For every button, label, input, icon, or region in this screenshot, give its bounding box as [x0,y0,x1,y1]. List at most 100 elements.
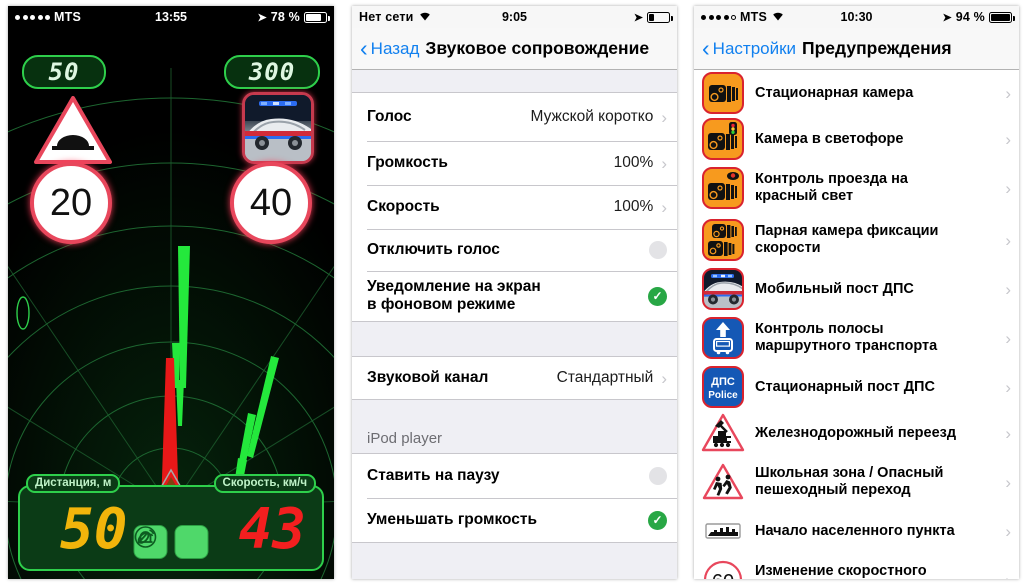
chevron-right-icon: › [1005,377,1011,397]
row-sound-channel[interactable]: Звуковой канал Стандартный › [352,357,677,399]
speed-camera-icon [700,70,746,116]
bump-warning-sign-icon[interactable] [34,96,112,166]
sound-settings-screen: Нет сети 9:05 ➤ ‹ Назад Звуковое сопрово… [352,6,677,579]
row-background-notification[interactable]: Уведомление на экран в фоновом режиме ✓ [352,271,677,321]
phone-panel-warnings: MTS 10:30 ➤ 94 % ‹ Настройки Предупрежде… [688,0,1025,585]
row-label: Школьная зона / Опасный пешеходный перех… [755,465,944,498]
row-label: Скорость [367,198,440,216]
navigation-bar-panel2: ‹ Назад Звуковое сопровождение [352,28,677,70]
toggle-pause-playback[interactable] [649,467,667,485]
hud-button-group [133,525,209,559]
svg-text:ДПС: ДПС [711,376,735,388]
police-post-icon: ДПС Police [700,364,746,410]
warning-row-red-light-camera[interactable]: Контроль проезда на красный свет › [694,162,1019,214]
back-button-label: Настройки [712,38,797,58]
status-right-group: ➤ 78 % [257,10,330,24]
signal-strength-icon [15,14,50,20]
status-left-group: MTS [701,10,785,24]
row-value: 100% [613,154,654,171]
warning-row-railway-crossing[interactable]: Железнодорожный переезд › [694,410,1019,456]
toggle-lower-volume[interactable]: ✓ [648,510,667,530]
list-spacer-1 [352,322,677,356]
back-button[interactable]: ‹ Настройки [702,37,796,60]
chevron-right-icon: › [1005,83,1011,103]
row-label: Парная камера фиксации скорости [755,223,939,256]
row-label: Контроль полосы маршрутного транспорта [755,321,938,354]
bus-lane-icon [700,315,746,361]
warning-row-mobile-police-post[interactable]: Мобильный пост ДПС › [694,266,1019,312]
status-right-group: ➤ [634,11,673,24]
screenshot-root: MTS 13:55 ➤ 78 % 50 300 20 40 Дистанция,… [0,0,1025,585]
chevron-right-icon: › [661,368,667,388]
railway-crossing-icon [700,410,746,456]
row-disable-voice[interactable]: Отключить голос [352,229,677,271]
speed-limit-sign-40[interactable]: 40 [230,162,312,244]
warning-row-school-zone[interactable]: Школьная зона / Опасный пешеходный перех… [694,456,1019,508]
settings-group-voice: Голос Мужской коротко › Громкость 100% ›… [352,92,677,322]
chevron-right-icon: › [1005,472,1011,492]
speed-limit-sign-20[interactable]: 20 [30,162,112,244]
battery-icon [989,11,1015,23]
hud-speed-label: Скорость, км/ч [213,474,316,493]
warning-row-speed-limit-change[interactable]: 60 Изменение скоростного режима › [694,554,1019,579]
svg-text:60: 60 [712,571,734,579]
status-bar-panel1: MTS 13:55 ➤ 78 % [8,6,334,28]
row-volume[interactable]: Громкость 100% › [352,141,677,185]
row-label: Уведомление на экран в фоновом режиме [367,278,541,313]
status-left-group: Нет сети [359,10,432,24]
chevron-right-icon: › [1005,129,1011,149]
back-button-label: Назад [370,38,420,58]
list-spacer-2 [352,400,677,420]
hud-distance-value: 50 [60,497,128,562]
check-icon: ✓ [652,513,663,527]
police-car-thumbnail[interactable] [242,92,314,164]
row-label: Контроль проезда на красный свет [755,171,908,204]
row-label: Стационарная камера [755,84,914,101]
phone-panel-sound-settings: Нет сети 9:05 ➤ ‹ Назад Звуковое сопрово… [345,0,685,585]
distance-pill-right[interactable]: 300 [224,55,320,89]
battery-icon [647,11,673,23]
warning-row-traffic-light-camera[interactable]: Камера в светофоре › [694,116,1019,162]
location-arrow-icon: ➤ [942,11,952,24]
chevron-right-icon: › [1001,572,1011,580]
distance-pill-left[interactable]: 50 [22,55,106,89]
radar-detector-button[interactable] [136,525,209,559]
toggle-background-notification[interactable]: ✓ [648,286,667,306]
row-speed[interactable]: Скорость 100% › [352,185,677,229]
chevron-right-icon: › [1005,328,1011,348]
wifi-icon [418,10,432,24]
navigation-bar-panel3: ‹ Настройки Предупреждения [694,28,1019,70]
row-voice[interactable]: Голос Мужской коротко › [352,93,677,141]
town-start-icon [700,508,746,554]
list-top-spacer [352,70,677,92]
toggle-disable-voice[interactable] [649,241,667,259]
row-value: Стандартный [556,369,654,386]
status-right-group: ➤ 94 % [942,10,1015,24]
chevron-right-icon: › [1005,423,1011,443]
hud-panel: Дистанция, м Скорость, км/ч 50 43 [18,474,324,571]
row-label: Стационарный пост ДПС [755,378,935,395]
warning-row-police-post[interactable]: ДПС Police Стационарный пост ДПС › [694,364,1019,410]
warning-row-bus-lane[interactable]: Контроль полосы маршрутного транспорта › [694,312,1019,364]
hud-distance-label: Дистанция, м [26,474,121,493]
row-value: 100% [613,198,654,215]
row-label: Уменьшать громкость [367,511,538,529]
radar-screen: MTS 13:55 ➤ 78 % 50 300 20 40 Дистанция,… [8,6,334,579]
settings-list[interactable]: Голос Мужской коротко › Громкость 100% ›… [352,70,677,579]
back-button[interactable]: ‹ Назад [360,37,419,60]
chevron-right-icon: › [661,153,667,173]
warning-row-town-start[interactable]: Начало населенного пункта › [694,508,1019,554]
status-left-group: MTS [15,10,81,24]
check-icon: ✓ [652,289,663,303]
radar-display[interactable]: ⚠ 300м 300м 50 300 [8,28,334,579]
warning-row-paired-speed-camera[interactable]: Парная камера фиксации скорости › [694,214,1019,266]
row-label: Громкость [367,154,448,172]
speed-limit-change-icon: 60 [700,557,746,579]
phone-panel-radar: MTS 13:55 ➤ 78 % 50 300 20 40 Дистанция,… [0,0,342,585]
row-pause-playback[interactable]: Ставить на паузу [352,454,677,498]
row-lower-volume[interactable]: Уменьшать громкость ✓ [352,498,677,542]
row-label: Камера в светофоре [755,130,904,147]
row-label: Отключить голос [367,241,500,259]
warning-row-stationary-camera[interactable]: Стационарная камера › [694,70,1019,116]
warnings-list[interactable]: Стационарная камера › Камера в светофоре… [694,70,1019,579]
